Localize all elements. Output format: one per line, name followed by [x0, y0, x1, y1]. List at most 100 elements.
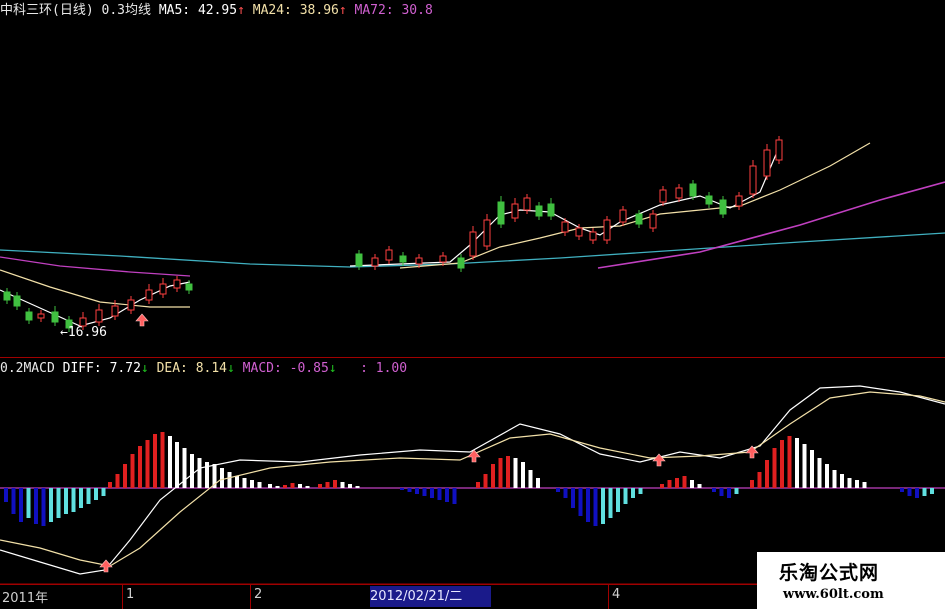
macd-histogram-bar — [513, 458, 518, 488]
candle-right-14 — [561, 221, 569, 233]
candle-left-4 — [51, 311, 59, 323]
macd-histogram-bar — [123, 464, 127, 488]
low-price-annotation: ←16.96 — [60, 325, 107, 340]
diff-value: 7.72 — [109, 361, 141, 376]
candle-left-7 — [95, 309, 103, 323]
candle-right-4 — [415, 257, 423, 265]
diff-label: DIFF: — [62, 361, 102, 376]
macd-histogram-bar — [667, 480, 672, 488]
macd-histogram-bar — [268, 484, 272, 488]
candle-left-2 — [25, 311, 33, 321]
macd-histogram-bar — [175, 442, 179, 488]
ma5-up-arrow-icon: ↑ — [237, 3, 245, 18]
cursor-date-box[interactable]: 2012/02/21/二 — [370, 586, 491, 607]
macd-histogram-bar — [400, 488, 404, 490]
candle-right-2 — [385, 249, 393, 261]
macd-histogram-bar — [855, 480, 859, 488]
macd-histogram-bar — [340, 482, 345, 488]
macd-histogram-bar — [521, 462, 525, 488]
macd-histogram-bar — [94, 488, 98, 500]
dea-value: 8.14 — [195, 361, 228, 376]
macd-histogram-bar — [638, 488, 643, 494]
macd-histogram-bar — [506, 456, 510, 488]
candle-right-27 — [749, 165, 757, 195]
candle-right-3 — [399, 255, 407, 263]
candle-left-3 — [37, 313, 45, 319]
macd-histogram-bar — [452, 488, 457, 504]
candle-right-20 — [649, 213, 657, 229]
macd-histogram-bar — [697, 484, 702, 488]
ma72-label: MA72: — [354, 3, 394, 18]
macd-down-arrow-icon: ↓ — [328, 361, 337, 376]
candle-right-24 — [705, 195, 713, 205]
macd-histogram-bar — [660, 484, 664, 488]
macd-histogram-bar — [220, 468, 224, 488]
axis-tick-line — [608, 585, 609, 609]
macd-histogram-bar — [138, 446, 142, 488]
macd-histogram-bar — [930, 488, 934, 494]
candle-right-9 — [497, 201, 505, 225]
macd-histogram-bar — [79, 488, 83, 508]
macd-histogram-bar — [257, 482, 262, 488]
ma72-line-left — [0, 256, 191, 277]
macd-histogram-bar — [26, 488, 31, 518]
macd-histogram-bar — [71, 488, 76, 512]
candle-right-1 — [371, 257, 379, 267]
candle-right-0 — [355, 253, 363, 267]
candle-right-18 — [619, 209, 627, 223]
macd-histogram-bar — [498, 458, 503, 488]
indicator-name: 0.3均线 — [101, 3, 151, 18]
candle-left-10 — [145, 289, 153, 301]
candle-right-15 — [575, 227, 583, 237]
macd-histogram-bar — [586, 488, 590, 522]
macd-histogram-bar — [333, 480, 337, 488]
ma72-value: 30.8 — [401, 3, 433, 18]
candle-right-25 — [719, 199, 727, 215]
ma24-up-arrow-icon: ↑ — [338, 3, 347, 18]
candle-right-16 — [589, 231, 597, 241]
macd-histogram-bar — [601, 488, 605, 524]
chart-canvas[interactable] — [0, 0, 945, 609]
macd-histogram-bar — [437, 488, 442, 500]
axis-tick-1: 1 — [126, 587, 135, 602]
macd-histogram-bar — [765, 460, 769, 488]
macd-histogram-bar — [168, 436, 172, 488]
candle-right-29 — [775, 139, 783, 161]
candle-right-13 — [547, 203, 555, 217]
axis-tick-line — [122, 585, 123, 609]
macd-label: MACD: — [242, 361, 282, 376]
watermark-logo: 乐淘公式网 www.60lt.com — [757, 552, 945, 609]
macd-histogram-bar — [802, 444, 807, 488]
ma5-label: MA5: — [158, 3, 191, 18]
candle-right-12 — [535, 205, 543, 217]
price-legend: 中科三环(日线) 0.3均线 MA5: 42.95↑ MA24: 38.96↑ … — [0, 2, 433, 20]
ma5-value: 42.95 — [197, 3, 238, 18]
diff-down-arrow-icon: ↓ — [140, 361, 149, 376]
macd-histogram-bar — [750, 480, 754, 488]
macd-histogram-bar — [275, 486, 280, 488]
time-axis[interactable]: 2011年 1 2 2012/02/21/二 4 — [0, 584, 760, 609]
dea-label: DEA: — [156, 361, 188, 376]
macd-histogram-bar — [675, 478, 679, 488]
macd-histogram-bar — [49, 488, 53, 522]
macd-histogram-bar — [355, 486, 360, 488]
macd-histogram-bar — [616, 488, 620, 512]
candle-right-7 — [469, 231, 477, 257]
macd-histogram-bar — [422, 488, 427, 496]
macd-histogram-bar — [631, 488, 635, 498]
candle-right-23 — [689, 183, 697, 197]
candle-right-19 — [635, 213, 643, 225]
macd-histogram-bar — [817, 458, 822, 488]
macd-histogram-bar — [682, 476, 687, 488]
candle-right-5 — [439, 255, 447, 263]
macd-histogram-bar — [64, 488, 68, 514]
macd-histogram-bar — [415, 488, 419, 494]
macd-histogram-bar — [190, 454, 194, 488]
macd-histogram-bar — [445, 488, 449, 502]
candle-right-8 — [483, 219, 491, 247]
macd-histogram-bar — [795, 438, 799, 488]
axis-tick-line — [250, 585, 251, 609]
candle-right-17 — [603, 219, 611, 241]
candle-right-26 — [735, 195, 743, 207]
macd-histogram-bar — [290, 483, 295, 488]
